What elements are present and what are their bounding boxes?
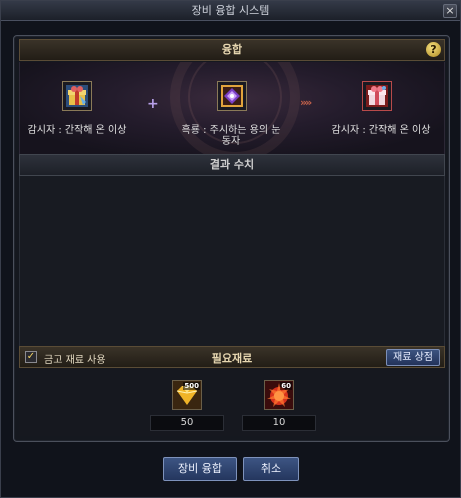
material-slot-gold[interactable]: 500	[172, 380, 202, 410]
material-badge: 500	[183, 382, 200, 390]
window-title-bar[interactable]: 장비 융합 시스템 ×	[1, 1, 460, 21]
cancel-button[interactable]: 취소	[243, 457, 299, 481]
gift-box-icon	[66, 85, 88, 107]
result-header: 결과 수치	[19, 154, 445, 176]
material-quantity: 50	[150, 415, 224, 431]
source-item-slot[interactable]	[62, 81, 92, 111]
source-item-name: 감시자 : 간작해 온 이상	[27, 125, 127, 136]
material-item-slot[interactable]	[217, 81, 247, 111]
close-button[interactable]: ×	[443, 4, 457, 18]
result-stats-area	[19, 176, 445, 346]
gift-box-icon	[366, 85, 388, 107]
purple-gem-icon	[221, 85, 243, 107]
material-slot-red[interactable]: 60	[264, 380, 294, 410]
fuse-equipment-button[interactable]: 장비 융합	[163, 457, 237, 481]
material-badge: 60	[280, 382, 292, 390]
material-item-name: 흑룡 : 주시하는 용의 눈동자	[181, 125, 281, 147]
help-icon[interactable]: ?	[426, 42, 441, 57]
material-shop-button[interactable]: 재료 상점	[386, 349, 440, 366]
fusion-header: 융합 ?	[19, 39, 445, 61]
fusion-arrow-icon: »»	[300, 96, 312, 109]
result-item-slot[interactable]	[362, 81, 392, 111]
vault-material-checkbox[interactable]: ✓	[25, 351, 37, 363]
equipment-fusion-window: 장비 융합 시스템 × 융합 ? 감시자 : 간작해 온 이상 + 흑룡: 주…	[0, 0, 461, 498]
material-quantity: 10	[242, 415, 316, 431]
result-title: 결과 수치	[209, 158, 255, 171]
fusion-title: 융합	[221, 43, 243, 56]
materials-area	[19, 368, 445, 436]
vault-material-label: 금고 재료 사용	[44, 355, 106, 366]
window-title: 장비 융합 시스템	[191, 4, 270, 17]
material-bar: ✓ 금고 재료 사용 필요재료 재료 상점	[19, 346, 445, 368]
plus-icon: +	[147, 96, 159, 112]
result-item-name: 감시자 : 간작해 온 이상	[331, 125, 431, 136]
